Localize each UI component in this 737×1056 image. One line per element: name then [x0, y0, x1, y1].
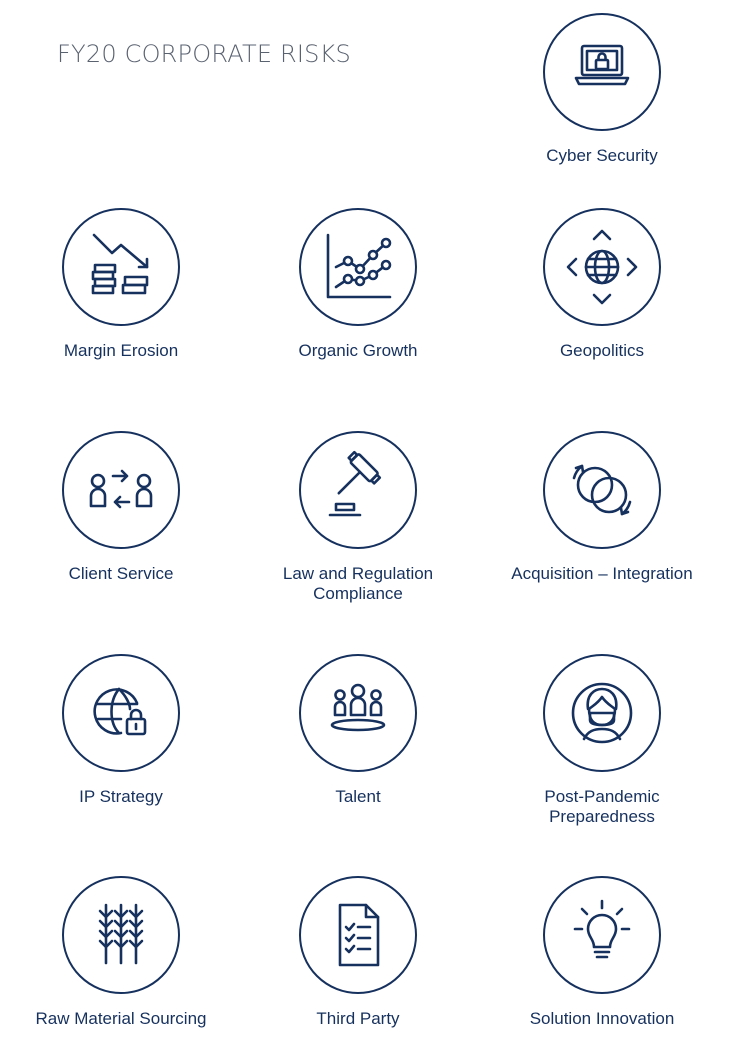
declining-coins-icon	[62, 208, 180, 326]
risk-geopolitics: Geopolitics	[492, 207, 712, 361]
risk-raw-material-sourcing: Raw Material Sourcing	[11, 875, 231, 1029]
lightbulb-icon	[543, 876, 661, 994]
risk-ip-strategy: IP Strategy	[11, 653, 231, 807]
risk-post-pandemic-preparedness: Post-Pandemic Preparedness	[492, 653, 712, 827]
risk-label: Cyber Security	[546, 146, 658, 165]
risk-cyber-security: Cyber Security	[492, 12, 712, 166]
risk-acquisition-integration: Acquisition – Integration	[492, 430, 712, 584]
globe-arrows-icon	[543, 208, 661, 326]
checklist-document-icon	[299, 876, 417, 994]
risk-label: Acquisition – Integration	[511, 564, 693, 583]
globe-lock-icon	[62, 654, 180, 772]
risk-client-service: Client Service	[11, 430, 231, 584]
laptop-lock-icon	[543, 13, 661, 131]
risk-law-regulation-compliance: Law and Regulation Compliance	[248, 430, 468, 604]
gavel-icon	[299, 431, 417, 549]
people-exchange-icon	[62, 431, 180, 549]
page-title: FY20 CORPORATE RISKS	[57, 40, 351, 68]
risk-label: Talent	[335, 787, 381, 806]
wheat-icon	[62, 876, 180, 994]
risk-label: IP Strategy	[79, 787, 163, 806]
risk-label: Raw Material Sourcing	[35, 1009, 207, 1028]
risk-organic-growth: Organic Growth	[248, 207, 468, 361]
merging-circles-icon	[543, 431, 661, 549]
risk-label: Post-Pandemic Preparedness	[544, 787, 660, 826]
risk-label: Geopolitics	[559, 341, 645, 360]
growth-chart-icon	[299, 208, 417, 326]
risk-label: Client Service	[68, 564, 174, 583]
masked-person-icon	[543, 654, 661, 772]
risk-label: Solution Innovation	[529, 1009, 675, 1028]
risk-talent: Talent	[248, 653, 468, 807]
risk-label: Third Party	[316, 1009, 400, 1028]
risk-label: Law and Regulation Compliance	[282, 564, 434, 603]
risk-solution-innovation: Solution Innovation	[492, 875, 712, 1029]
risk-margin-erosion: Margin Erosion	[11, 207, 231, 361]
risk-third-party: Third Party	[248, 875, 468, 1029]
team-icon	[299, 654, 417, 772]
risk-label: Organic Growth	[298, 341, 418, 360]
risk-label: Margin Erosion	[63, 341, 179, 360]
